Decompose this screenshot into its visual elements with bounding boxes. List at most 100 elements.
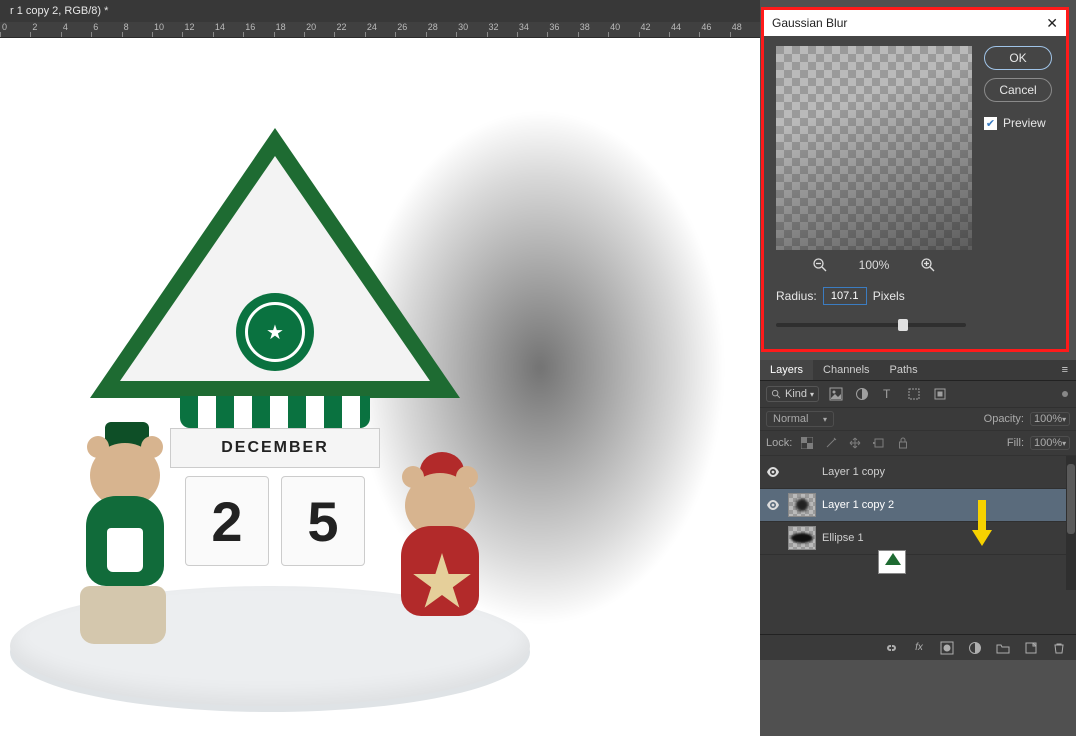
layer-thumbnail [788, 526, 816, 550]
ruler-tick: 30 [456, 22, 486, 32]
ruler-tick: 26 [395, 22, 425, 32]
svg-text:T: T [883, 387, 891, 401]
ruler-tick: 34 [517, 22, 547, 32]
layers-panel: Layers Channels Paths ≡ Kind ▾ T Normal▾… [760, 360, 1076, 660]
fill-label: Fill: [1007, 437, 1024, 449]
artboard: DECEMBER 2 5 [0, 38, 760, 736]
ruler-tick: 0 [0, 22, 30, 32]
zoom-percent: 100% [859, 258, 890, 272]
visibility-icon[interactable] [766, 500, 782, 510]
tab-paths[interactable]: Paths [880, 360, 928, 380]
blur-preview[interactable] [776, 46, 972, 250]
canvas-area[interactable]: DECEMBER 2 5 [0, 38, 760, 736]
layer-thumbnail [788, 493, 816, 517]
visibility-icon[interactable] [766, 467, 782, 477]
zoom-out-icon[interactable] [811, 256, 829, 274]
panel-tabs: Layers Channels Paths ≡ [760, 360, 1076, 381]
dialog-titlebar[interactable]: Gaussian Blur ✕ [764, 10, 1066, 36]
layer-row[interactable]: Layer 1 copy 2 [760, 489, 1076, 522]
tab-layers[interactable]: Layers [760, 360, 813, 380]
lock-label: Lock: [766, 437, 792, 449]
radius-slider-thumb[interactable] [898, 319, 908, 331]
radius-input[interactable] [823, 287, 867, 305]
lock-row: Lock: Fill: 100%▾ [760, 431, 1076, 456]
ruler-tick: 16 [243, 22, 273, 32]
blend-mode-select[interactable]: Normal▾ [766, 411, 834, 427]
ruler-tick: 36 [547, 22, 577, 32]
radius-label: Radius: [776, 289, 817, 303]
horizontal-ruler: 0246810121416182022242628303234363840424… [0, 22, 760, 38]
ruler-tick: 14 [213, 22, 243, 32]
new-layer-icon[interactable] [1022, 639, 1040, 657]
ruler-tick: 10 [152, 22, 182, 32]
blend-mode-row: Normal▾ Opacity: 100%▾ [760, 408, 1076, 431]
lock-all-icon[interactable] [894, 434, 912, 452]
filter-shape-icon[interactable] [905, 385, 923, 403]
fx-icon[interactable]: fx [910, 639, 928, 657]
layers-list[interactable]: Layer 1 copy Layer 1 copy 2 Ellipse 1 [760, 456, 1076, 616]
gaussian-blur-dialog: Gaussian Blur ✕ 100% OK Cancel ✔ Preview [763, 9, 1067, 350]
layer-thumbnail [878, 550, 906, 574]
ruler-tick: 6 [91, 22, 121, 32]
ruler-tick: 22 [334, 22, 364, 32]
delete-layer-icon[interactable] [1050, 639, 1068, 657]
add-mask-icon[interactable] [938, 639, 956, 657]
ruler-tick: 48 [730, 22, 760, 32]
annotation-arrow-icon [972, 500, 992, 550]
ruler-tick: 42 [639, 22, 669, 32]
ok-button[interactable]: OK [984, 46, 1052, 70]
radius-slider[interactable] [776, 323, 966, 327]
opacity-input[interactable]: 100%▾ [1030, 412, 1070, 426]
layer-row[interactable]: Layer 1 copy [760, 456, 1076, 489]
ruler-tick: 18 [274, 22, 304, 32]
ruler-tick: 12 [182, 22, 212, 32]
filter-toggle-icon[interactable] [1062, 391, 1068, 397]
ruler-tick: 28 [426, 22, 456, 32]
calendar-month-tile: DECEMBER [170, 428, 380, 468]
starbucks-logo-icon [236, 293, 314, 371]
radius-unit: Pixels [873, 289, 905, 303]
lock-artboard-icon[interactable] [870, 434, 888, 452]
layer-row[interactable]: Ellipse 1 [760, 522, 1076, 555]
layers-scrollbar[interactable] [1066, 456, 1076, 590]
filter-kind-select[interactable]: Kind ▾ [766, 386, 819, 402]
ruler-tick: 46 [699, 22, 729, 32]
bear-barista [75, 428, 175, 598]
link-layers-icon[interactable] [882, 639, 900, 657]
ruler-tick: 20 [304, 22, 334, 32]
lock-transparent-icon[interactable] [798, 434, 816, 452]
calendar-day-tile-left: 2 [185, 476, 269, 566]
tab-channels[interactable]: Channels [813, 360, 879, 380]
ruler-tick: 38 [578, 22, 608, 32]
zoom-in-icon[interactable] [919, 256, 937, 274]
ruler-tick: 24 [365, 22, 395, 32]
lock-position-icon[interactable] [846, 434, 864, 452]
layer-name: Ellipse 1 [822, 532, 864, 544]
close-icon[interactable]: ✕ [1046, 15, 1058, 32]
filter-kind-label: Kind [785, 388, 807, 400]
fill-input[interactable]: 100%▾ [1030, 436, 1070, 450]
layer-filter-bar: Kind ▾ T [760, 381, 1076, 408]
document-tab-bar: r 1 copy 2, RGB/8) * [0, 0, 760, 22]
ruler-tick: 40 [608, 22, 638, 32]
document-tab[interactable]: r 1 copy 2, RGB/8) * [0, 0, 118, 22]
dialog-title: Gaussian Blur [772, 16, 847, 30]
lock-pixels-icon[interactable] [822, 434, 840, 452]
panel-menu-icon[interactable]: ≡ [1054, 360, 1076, 380]
group-icon[interactable] [994, 639, 1012, 657]
filter-smart-icon[interactable] [931, 385, 949, 403]
ruler-tick: 2 [30, 22, 60, 32]
filter-adjust-icon[interactable] [853, 385, 871, 403]
preview-checkbox[interactable]: ✔ [984, 117, 997, 130]
cancel-button[interactable]: Cancel [984, 78, 1052, 102]
ruler-tick: 8 [122, 22, 152, 32]
bear-santa [390, 458, 490, 628]
filter-pixel-icon[interactable] [827, 385, 845, 403]
adjustment-layer-icon[interactable] [966, 639, 984, 657]
layer-name: Layer 1 copy [822, 466, 885, 478]
filter-type-icon[interactable]: T [879, 385, 897, 403]
calendar-day-tile-right: 5 [281, 476, 365, 566]
layer-name: Layer 1 copy 2 [822, 499, 894, 511]
preview-label: Preview [1003, 116, 1046, 130]
ruler-tick: 44 [669, 22, 699, 32]
